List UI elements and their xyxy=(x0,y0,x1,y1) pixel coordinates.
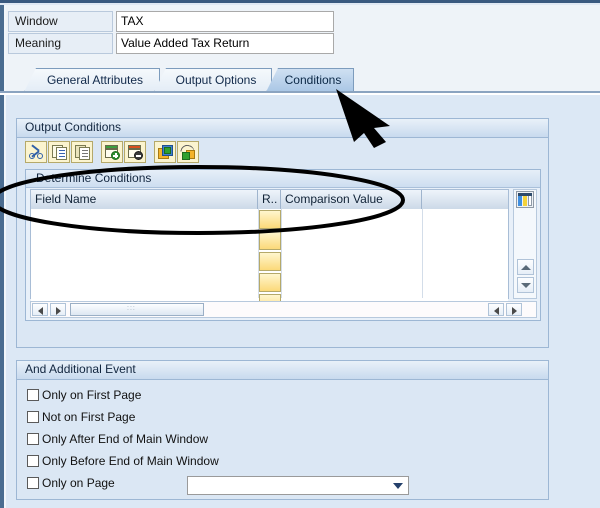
conditions-grid-header: Field Name R.. Comparison Value xyxy=(31,190,508,210)
checkbox-only-on-first-page[interactable] xyxy=(27,389,39,401)
column-header-extra[interactable] xyxy=(422,190,508,209)
duplicate-button[interactable] xyxy=(154,141,176,163)
horizontal-scroll-thumb[interactable]: ::: xyxy=(70,303,204,316)
chevron-down-icon xyxy=(521,283,531,288)
chevron-up-icon xyxy=(521,265,531,270)
determine-conditions-title: Determine Conditions xyxy=(26,170,540,188)
scroll-left-button[interactable] xyxy=(32,303,48,316)
meaning-field-input[interactable]: Value Added Tax Return xyxy=(116,33,334,54)
checkbox-only-before-end-of-main-window[interactable] xyxy=(27,455,39,467)
column-divider xyxy=(422,209,423,298)
tab-general-attributes-label: General Attributes xyxy=(47,73,143,87)
scroll-down-button[interactable] xyxy=(517,277,534,293)
tab-output-options[interactable]: Output Options xyxy=(154,68,272,92)
relation-dropdown-cell[interactable] xyxy=(259,252,281,271)
conditions-grid: Field Name R.. Comparison Value xyxy=(30,189,509,299)
scroll-up-button[interactable] xyxy=(517,259,534,275)
grid-horizontal-scrollbar[interactable]: ::: xyxy=(30,301,537,318)
copy-button[interactable] xyxy=(48,141,70,163)
conditions-toolbar xyxy=(25,141,200,163)
chevron-left-icon xyxy=(494,307,499,315)
cut-button[interactable] xyxy=(25,141,47,163)
output-conditions-group: Output Conditions xyxy=(16,118,549,348)
meaning-field-row: Meaning Value Added Tax Return xyxy=(0,33,600,54)
checkbox-label-only-on-first-page: Only on First Page xyxy=(42,387,141,404)
window-field-input[interactable]: TAX xyxy=(116,11,334,32)
tab-content-panel: Output Conditions xyxy=(6,95,600,508)
scroll-right-button[interactable] xyxy=(50,303,66,316)
link-button[interactable] xyxy=(177,141,199,163)
relation-dropdown-cell[interactable] xyxy=(259,273,281,292)
meaning-field-label: Meaning xyxy=(8,33,113,54)
chevron-right-icon xyxy=(56,307,61,315)
table-columns-icon[interactable] xyxy=(516,191,534,208)
grid-vertical-scrollbar[interactable] xyxy=(513,189,537,299)
tab-conditions-label: Conditions xyxy=(285,73,342,87)
window-field-row: Window TAX xyxy=(0,11,600,32)
column-header-comparison-value[interactable]: Comparison Value xyxy=(281,190,422,209)
relation-dropdown-cell[interactable] xyxy=(259,231,281,250)
column-divider xyxy=(281,209,282,298)
tab-conditions[interactable]: Conditions xyxy=(266,68,354,92)
tab-output-options-label: Output Options xyxy=(176,73,257,87)
screen-root: Window TAX Meaning Value Added Tax Retur… xyxy=(0,0,600,508)
insert-row-button[interactable] xyxy=(101,141,123,163)
checkbox-not-on-first-page[interactable] xyxy=(27,411,39,423)
delete-row-button[interactable] xyxy=(124,141,146,163)
scroll-thumb-grip: ::: xyxy=(127,305,136,312)
checkbox-label-only-after-end-of-main-window: Only After End of Main Window xyxy=(42,431,208,448)
chevron-right-icon xyxy=(512,307,517,315)
window-field-label: Window xyxy=(8,11,113,32)
additional-event-title: And Additional Event xyxy=(17,361,548,380)
checkbox-label-not-on-first-page: Not on First Page xyxy=(42,409,135,426)
relation-dropdown-cell[interactable] xyxy=(259,210,281,229)
column-header-relation[interactable]: R.. xyxy=(258,190,281,209)
additional-event-group: And Additional Event Only on First Page … xyxy=(16,360,549,500)
determine-conditions-panel: Determine Conditions Field Name R.. Comp… xyxy=(25,169,541,321)
tab-general-attributes[interactable]: General Attributes xyxy=(24,68,160,92)
only-on-page-select[interactable] xyxy=(187,476,409,495)
output-conditions-title: Output Conditions xyxy=(17,119,548,138)
paste-button[interactable] xyxy=(71,141,93,163)
scroll-page-left-button[interactable] xyxy=(488,303,504,316)
checkbox-label-only-before-end-of-main-window: Only Before End of Main Window xyxy=(42,453,219,470)
chevron-down-icon xyxy=(393,483,403,489)
checkbox-only-on-page[interactable] xyxy=(27,477,39,489)
column-header-field-name[interactable]: Field Name xyxy=(31,190,258,209)
scroll-page-right-button[interactable] xyxy=(506,303,522,316)
chevron-left-icon xyxy=(38,307,43,315)
checkbox-only-after-end-of-main-window[interactable] xyxy=(27,433,39,445)
checkbox-label-only-on-page: Only on Page xyxy=(42,475,115,492)
